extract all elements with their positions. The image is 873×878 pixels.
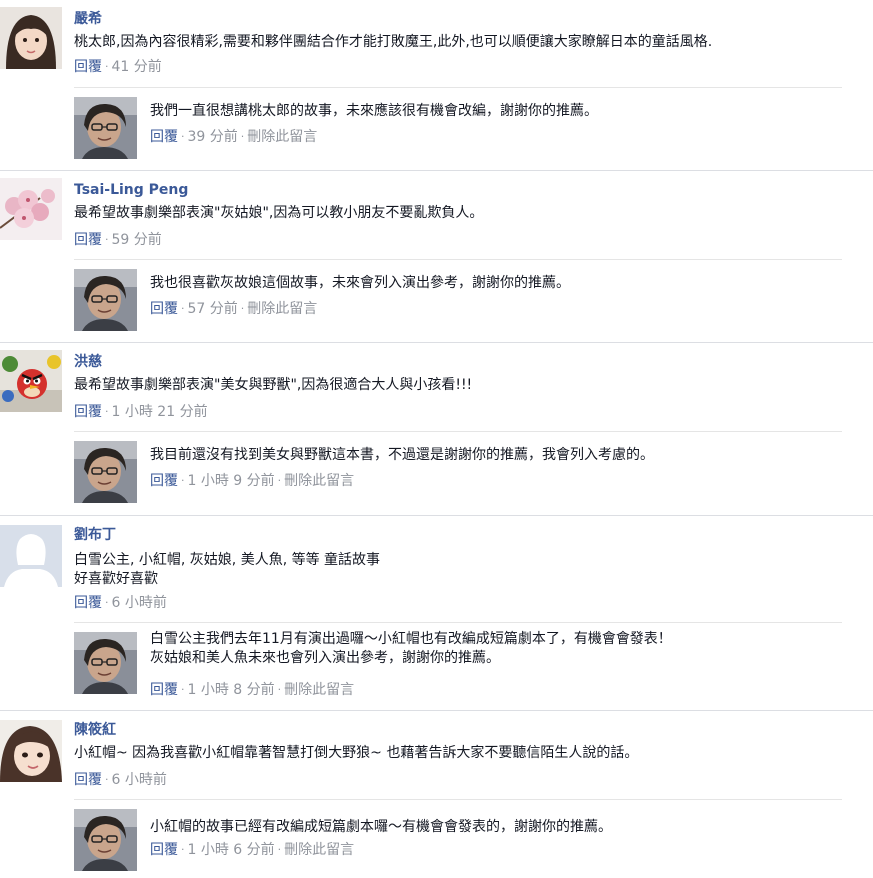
comment-text: 最希望故事劇樂部表演"灰姑娘",因為可以教小朋友不要亂欺負人。 (74, 205, 484, 221)
comment-thread: 嚴希 桃太郎,因為內容很精彩,需要和夥伴團結合作才能打敗魔王,此外,也可以順便讓… (0, 0, 873, 171)
separator-dot: · (181, 843, 185, 856)
comment-thread: 陳筱紅 小紅帽~ 因為我喜歡小紅帽靠著智慧打倒大野狼~ 也藉著告訴大家不要聽信陌… (0, 711, 873, 877)
comment-thread: 洪慈 最希望故事劇樂部表演"美女與野獸",因為很適合大人與小孩看!!! 回覆 · 1… (0, 343, 873, 515)
avatar[interactable] (0, 178, 62, 240)
delete-comment-link[interactable]: 刪除此留言 (284, 842, 354, 858)
separator-dot: · (105, 60, 109, 73)
delete-comment-link[interactable]: 刪除此留言 (284, 682, 354, 698)
reply-meta: 回覆 · 57 分前 · 刪除此留言 (150, 300, 317, 318)
separator-dot: · (105, 773, 109, 786)
separator-dot: · (181, 683, 185, 696)
default-female-silhouette-icon (0, 525, 62, 587)
avatar[interactable] (0, 350, 62, 412)
page-admin-photo-icon (74, 632, 137, 694)
reply-item: 我也很喜歡灰故娘這個故事，未來會列入演出參考，謝謝你的推薦。 回覆 · 57 分前 ·… (74, 259, 842, 344)
separator-dot: · (240, 130, 245, 143)
comment-meta: 回覆 · 41 分前 (74, 58, 162, 76)
comment-thread: Tsai-Ling Peng 最希望故事劇樂部表演"灰姑娘",因為可以教小朋友不… (0, 171, 873, 343)
comment-text: 小紅帽~ 因為我喜歡小紅帽靠著智慧打倒大野狼~ 也藉著告訴大家不要聽信陌生人說的… (74, 745, 639, 761)
avatar[interactable] (74, 632, 137, 694)
reply-item: 小紅帽的故事已經有改編成短篇劇本囉～有機會會發表的，謝謝你的推薦。 回覆 · 1 小… (74, 799, 842, 878)
avatar[interactable] (74, 441, 137, 503)
reply-text: 小紅帽的故事已經有改編成短篇劇本囉～有機會會發表的，謝謝你的推薦。 (150, 819, 612, 835)
comment-thread: 劉布丁 白雪公主, 小紅帽, 灰姑娘, 美人魚, 等等 童話故事 好喜歡好喜歡 … (0, 516, 873, 710)
separator-dot: · (181, 302, 185, 315)
reply-link[interactable]: 回覆 (150, 129, 178, 145)
reply-link[interactable]: 回覆 (150, 682, 178, 698)
reply-time[interactable]: 1 小時 8 分前 (188, 682, 275, 698)
reply-time[interactable]: 39 分前 (188, 129, 238, 145)
separator-dot: · (105, 233, 109, 246)
reply-link[interactable]: 回覆 (150, 473, 178, 489)
reply-item: 我目前還沒有找到美女與野獸這本書，不過還是謝謝你的推薦，我會列入考慮的。 回覆 ·… (74, 431, 842, 516)
delete-comment-link[interactable]: 刪除此留言 (284, 473, 354, 489)
reply-meta: 回覆 · 1 小時 6 分前 · 刪除此留言 (150, 841, 354, 859)
avatar[interactable] (0, 720, 62, 782)
comment-author-link[interactable]: 洪慈 (74, 353, 102, 371)
separator-dot: · (277, 843, 282, 856)
page-admin-photo-icon (74, 809, 137, 871)
angry-birds-photo-icon (0, 350, 62, 412)
user-photo-girl-icon (0, 7, 62, 69)
reply-meta: 回覆 · 1 小時 9 分前 · 刪除此留言 (150, 472, 354, 490)
reply-meta: 回覆 · 1 小時 8 分前 · 刪除此留言 (150, 681, 354, 699)
reply-text: 白雪公主我們去年11月有演出過囉～小紅帽也有改編成短篇劇本了，有機會會發表！ 灰… (150, 631, 672, 666)
reply-link[interactable]: 回覆 (74, 404, 102, 420)
reply-item: 我們一直很想講桃太郎的故事，未來應該很有機會改編，謝謝你的推薦。 回覆 · 39 分… (74, 87, 842, 172)
reply-link[interactable]: 回覆 (74, 232, 102, 248)
reply-text: 我們一直很想講桃太郎的故事，未來應該很有機會改編，謝謝你的推薦。 (150, 103, 598, 119)
page-admin-photo-icon (74, 441, 137, 503)
comment-time[interactable]: 6 小時前 (112, 772, 167, 788)
reply-time[interactable]: 1 小時 9 分前 (188, 473, 275, 489)
comment-time[interactable]: 41 分前 (112, 59, 162, 75)
reply-link[interactable]: 回覆 (150, 842, 178, 858)
comment-meta: 回覆 · 59 分前 (74, 231, 162, 249)
comment-text: 白雪公主, 小紅帽, 灰姑娘, 美人魚, 等等 童話故事 好喜歡好喜歡 (74, 552, 381, 587)
avatar[interactable] (0, 525, 62, 587)
avatar[interactable] (74, 97, 137, 159)
avatar[interactable] (0, 7, 62, 69)
separator-dot: · (105, 405, 109, 418)
comment-meta: 回覆 · 6 小時前 (74, 771, 167, 789)
separator-dot: · (240, 302, 245, 315)
separator-dot: · (105, 596, 109, 609)
comment-author-link[interactable]: 劉布丁 (74, 526, 116, 544)
flower-photo-icon (0, 178, 62, 240)
delete-comment-link[interactable]: 刪除此留言 (247, 129, 317, 145)
separator-dot: · (277, 474, 282, 487)
comment-time[interactable]: 59 分前 (112, 232, 162, 248)
reply-time[interactable]: 1 小時 6 分前 (188, 842, 275, 858)
delete-comment-link[interactable]: 刪除此留言 (247, 301, 317, 317)
reply-time[interactable]: 57 分前 (188, 301, 238, 317)
reply-meta: 回覆 · 39 分前 · 刪除此留言 (150, 128, 317, 146)
reply-link[interactable]: 回覆 (74, 59, 102, 75)
comment-author-link[interactable]: 陳筱紅 (74, 721, 116, 739)
comment-meta: 回覆 · 1 小時 21 分前 (74, 403, 208, 421)
reply-text: 我也很喜歡灰故娘這個故事，未來會列入演出參考，謝謝你的推薦。 (150, 275, 570, 291)
comment-time[interactable]: 1 小時 21 分前 (112, 404, 208, 420)
reply-link[interactable]: 回覆 (150, 301, 178, 317)
comment-meta: 回覆 · 6 小時前 (74, 594, 167, 612)
user-photo-girl-2-icon (0, 720, 62, 782)
page-admin-photo-icon (74, 97, 137, 159)
page-admin-photo-icon (74, 269, 137, 331)
separator-dot: · (277, 683, 282, 696)
comment-author-link[interactable]: 嚴希 (74, 10, 102, 28)
avatar[interactable] (74, 809, 137, 871)
separator-dot: · (181, 130, 185, 143)
reply-link[interactable]: 回覆 (74, 772, 102, 788)
comment-time[interactable]: 6 小時前 (112, 595, 167, 611)
comment-text: 最希望故事劇樂部表演"美女與野獸",因為很適合大人與小孩看!!! (74, 377, 473, 393)
reply-text: 我目前還沒有找到美女與野獸這本書，不過還是謝謝你的推薦，我會列入考慮的。 (150, 447, 654, 463)
reply-item: 白雪公主我們去年11月有演出過囉～小紅帽也有改編成短篇劇本了，有機會會發表！ 灰… (74, 622, 842, 711)
separator-dot: · (181, 474, 185, 487)
avatar[interactable] (74, 269, 137, 331)
comment-text: 桃太郎,因為內容很精彩,需要和夥伴團結合作才能打敗魔王,此外,也可以順便讓大家瞭… (74, 34, 713, 50)
reply-link[interactable]: 回覆 (74, 595, 102, 611)
comment-author-link[interactable]: Tsai-Ling Peng (74, 181, 188, 199)
